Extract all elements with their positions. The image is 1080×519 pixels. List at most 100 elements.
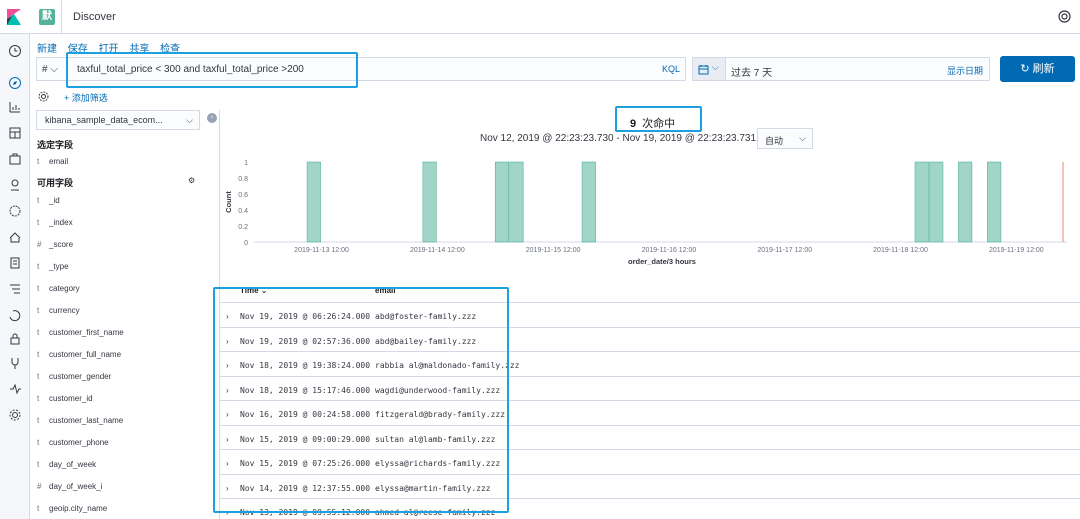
refresh-button[interactable]: ↻ 刷新 bbox=[1000, 56, 1075, 82]
y-tick-label: 0 bbox=[244, 240, 248, 247]
field-name: customer_id bbox=[49, 394, 93, 403]
field-item-day-of-week[interactable]: t day_of_week bbox=[37, 460, 96, 474]
field-item-customer-first-name[interactable]: t customer_first_name bbox=[37, 328, 124, 342]
show-dates-link[interactable]: 显示日期 bbox=[947, 64, 983, 77]
selected-fields-heading: 选定字段 bbox=[37, 140, 74, 150]
field-item--type[interactable]: t _type bbox=[37, 262, 69, 276]
add-filter-button[interactable]: + 添加筛选 bbox=[64, 91, 108, 104]
field-item-currency[interactable]: t currency bbox=[37, 306, 80, 320]
field-item-category[interactable]: t category bbox=[37, 284, 80, 298]
field-item-day-of-week-i[interactable]: # day_of_week_i bbox=[37, 482, 102, 496]
histogram-bar bbox=[958, 161, 973, 243]
field-item--id[interactable]: t _id bbox=[37, 196, 60, 210]
refresh-icon: ↻ bbox=[1020, 63, 1030, 75]
expand-row-chevron-icon[interactable]: › bbox=[226, 484, 229, 493]
kibana-logo-icon[interactable] bbox=[7, 9, 21, 25]
discover-compass-icon[interactable] bbox=[8, 76, 22, 90]
index-pattern-label: kibana_sample_data_ecom... bbox=[45, 115, 163, 125]
row-divider bbox=[220, 400, 1080, 401]
field-item-customer-gender[interactable]: t customer_gender bbox=[37, 372, 111, 386]
expand-row-chevron-icon[interactable]: › bbox=[226, 435, 229, 444]
canvas-icon[interactable] bbox=[8, 152, 22, 166]
available-fields-heading: 可用字段 bbox=[37, 178, 74, 188]
hits-label: 次命中 bbox=[642, 118, 676, 130]
management-gear-icon[interactable] bbox=[8, 408, 22, 422]
quick-date-menu-button[interactable]: ⌵ bbox=[692, 57, 726, 81]
field-type-icon: t bbox=[37, 328, 40, 337]
menu-inspect[interactable]: 检查 bbox=[160, 44, 180, 55]
side-navigation bbox=[0, 34, 30, 519]
field-name: day_of_week bbox=[49, 460, 97, 469]
y-tick-label: 0.6 bbox=[238, 192, 248, 199]
field-type-icon: t bbox=[37, 284, 40, 293]
expand-row-chevron-icon[interactable]: › bbox=[226, 361, 229, 370]
machine-learning-icon[interactable] bbox=[8, 204, 22, 218]
query-type-select[interactable]: # ⌵ bbox=[36, 57, 66, 81]
field-name: geoip.city_name bbox=[49, 504, 108, 513]
column-header-email[interactable]: email bbox=[375, 286, 395, 295]
menu-new[interactable]: 新建 bbox=[37, 44, 57, 55]
search-input[interactable]: taxful_total_price < 300 and taxful_tota… bbox=[66, 57, 686, 81]
field-settings-gear-icon[interactable]: ⚙ bbox=[188, 176, 195, 185]
row-time: Nov 19, 2019 @ 06:26:24.000 bbox=[240, 312, 371, 321]
field-name: customer_first_name bbox=[49, 328, 124, 337]
row-email: abd@bailey-family.zzz bbox=[375, 336, 477, 346]
dev-tools-icon[interactable] bbox=[8, 356, 22, 370]
expand-row-chevron-icon[interactable]: › bbox=[226, 508, 229, 517]
field-item-customer-id[interactable]: t customer_id bbox=[37, 394, 93, 408]
dashboard-icon[interactable] bbox=[8, 126, 22, 140]
clock-icon[interactable] bbox=[8, 44, 22, 58]
menu-save[interactable]: 保存 bbox=[68, 44, 88, 55]
space-avatar[interactable]: 默 bbox=[39, 9, 55, 25]
expand-row-chevron-icon[interactable]: › bbox=[226, 410, 229, 419]
row-divider bbox=[220, 449, 1080, 450]
field-name: customer_full_name bbox=[49, 350, 122, 359]
field-name: _type bbox=[49, 262, 69, 271]
histogram-bar bbox=[929, 161, 944, 243]
field-item-customer-phone[interactable]: t customer_phone bbox=[37, 438, 109, 452]
row-time: Nov 16, 2019 @ 00:24:58.000 bbox=[240, 410, 371, 419]
infrastructure-icon[interactable] bbox=[8, 230, 22, 244]
chevron-down-icon: ⌵ bbox=[50, 64, 58, 75]
monitoring-icon[interactable] bbox=[8, 382, 22, 396]
field-name: _id bbox=[49, 196, 60, 205]
histogram-chart: 1 0.8 0.6 0.4 0.2 0 2019-11-13 12:00 2019-11-14… bbox=[224, 160, 1067, 266]
histogram-bar bbox=[581, 161, 596, 243]
index-pattern-select[interactable]: kibana_sample_data_ecom... ⌵ bbox=[36, 110, 200, 130]
maps-icon[interactable] bbox=[8, 178, 22, 192]
logs-icon[interactable] bbox=[8, 256, 22, 270]
uptime-icon[interactable] bbox=[8, 308, 22, 322]
field-item-customer-last-name[interactable]: t customer_last_name bbox=[37, 416, 123, 430]
menu-open[interactable]: 打开 bbox=[99, 44, 119, 55]
apm-icon[interactable] bbox=[8, 282, 22, 296]
interval-label: 自动 bbox=[765, 136, 784, 146]
visualize-icon[interactable] bbox=[8, 100, 22, 114]
histogram-bar bbox=[987, 161, 1002, 243]
expand-row-chevron-icon[interactable]: › bbox=[226, 386, 229, 395]
column-header-time[interactable]: Time ⌄ bbox=[240, 286, 267, 295]
menu-share[interactable]: 共享 bbox=[129, 44, 149, 55]
expand-row-chevron-icon[interactable]: › bbox=[226, 459, 229, 468]
kql-toggle[interactable]: KQL bbox=[662, 64, 680, 74]
filter-options-gear-icon[interactable] bbox=[38, 91, 49, 102]
expand-row-chevron-icon[interactable]: › bbox=[226, 337, 229, 346]
field-name: customer_phone bbox=[49, 438, 109, 447]
collapse-sidebar-icon[interactable]: ‹ bbox=[207, 113, 217, 123]
histogram-bar bbox=[509, 161, 524, 243]
header-divider bbox=[61, 0, 62, 34]
field-name: customer_gender bbox=[49, 372, 112, 381]
siem-lock-icon[interactable] bbox=[8, 332, 22, 346]
help-icon[interactable] bbox=[1058, 10, 1071, 23]
field-type-icon: t bbox=[37, 372, 40, 381]
interval-select[interactable]: 自动 ⌵ bbox=[757, 128, 813, 149]
expand-row-chevron-icon[interactable]: › bbox=[226, 312, 229, 321]
field-item--index[interactable]: t _index bbox=[37, 218, 73, 232]
field-item-customer-full-name[interactable]: t customer_full_name bbox=[37, 350, 121, 364]
row-divider bbox=[220, 424, 1080, 426]
chevron-down-icon: ⌵ bbox=[799, 133, 806, 143]
field-item--score[interactable]: # _score bbox=[37, 240, 73, 254]
field-name: day_of_week_i bbox=[49, 482, 103, 491]
field-item-geoip-city-name[interactable]: t geoip.city_name bbox=[37, 504, 107, 518]
field-type-icon: t bbox=[37, 504, 40, 513]
field-item-email[interactable]: t email bbox=[37, 157, 68, 171]
